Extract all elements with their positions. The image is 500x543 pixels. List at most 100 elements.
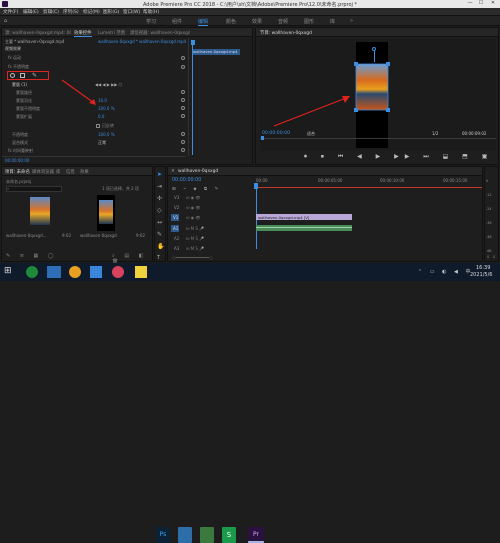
track-a3-header[interactable]: A3 ⛁ M S 🎤 (168, 245, 252, 253)
workspace-color[interactable]: 颜色 (226, 18, 236, 25)
workspace-audio[interactable]: 音频 (278, 18, 288, 25)
reset-motion-icon[interactable] (181, 56, 185, 60)
tab-source[interactable]: 源: wallhaven-0qxxgd.mp4: 00:00:00:00 (5, 30, 71, 36)
program-scrub-bar[interactable] (260, 138, 496, 139)
menu-sequence[interactable]: 序列(S) (63, 9, 79, 15)
reset-mask-path-icon[interactable] (181, 90, 185, 94)
master-clip-label[interactable]: 主要 * wallhaven-0qxxgd.mp4 (5, 39, 64, 45)
close-button[interactable]: ✕ (489, 0, 497, 6)
home-icon[interactable]: ⌂ (4, 18, 7, 24)
tab-media-browser[interactable]: 媒体浏览器 (32, 169, 54, 175)
workspace-learn[interactable]: 学习 (146, 18, 156, 25)
taskbar-app-icon-7[interactable] (178, 527, 192, 543)
reset-mask-expansion-icon[interactable] (181, 114, 185, 118)
workspace-editing[interactable]: 编辑 (198, 18, 209, 26)
ellipse-mask-icon[interactable] (10, 73, 15, 78)
taskbar-app-icon-8[interactable] (200, 527, 214, 543)
opacity-effect-group[interactable]: fx 不透明度 (8, 64, 29, 70)
timeline-timecode[interactable]: 00:00:00:00 (172, 178, 201, 183)
effect-controls-timecode[interactable]: 00:00:00:00 (5, 158, 29, 163)
taskbar-app-icon-2[interactable] (47, 266, 61, 278)
menu-help[interactable]: 帮助(H) (143, 9, 159, 15)
inverted-checkbox[interactable] (96, 124, 100, 128)
reset-opacity-icon[interactable] (181, 65, 185, 69)
work-area-bar[interactable] (254, 187, 482, 188)
windows-start-icon[interactable]: ⊞ (4, 267, 12, 276)
track-a2-header[interactable]: A2 ⛁ M S 🎤 (168, 235, 252, 243)
track-v1-header[interactable]: V1 ⛁ ◉ 👁 (168, 214, 252, 222)
type-tool-icon[interactable]: T (157, 255, 160, 261)
masked-autumn-image[interactable] (352, 62, 392, 114)
reset-mask-opacity-icon[interactable] (181, 106, 185, 110)
system-tray-icons[interactable]: ⌃ ▭ ◐ ◀ 中 (418, 268, 473, 275)
pen-tool-icon[interactable]: ✎ (157, 231, 162, 238)
menu-marker[interactable]: 标记(M) (83, 9, 100, 15)
rectangle-mask-icon[interactable] (20, 73, 25, 78)
solo-right[interactable]: S (493, 255, 495, 259)
timeline-zoom-scroll[interactable]: ○━━━━━━━━━━━━━━○ (172, 255, 213, 260)
time-remapping-effect[interactable]: fx 时间重映射 (8, 148, 33, 154)
menu-graphics[interactable]: 图形(G) (103, 9, 119, 15)
add-button-icon[interactable]: + (482, 153, 487, 160)
ripple-edit-tool-icon[interactable]: ✢ (157, 195, 162, 202)
mask-expansion-value[interactable]: 0.0 (98, 114, 104, 119)
taskbar-app-icon-3[interactable] (69, 266, 81, 278)
motion-effect[interactable]: fx 运动 (8, 55, 21, 61)
sequence-clip-label[interactable]: wallhaven-0qxxgd * wallhaven-0qxxgd.mp4 (98, 39, 186, 44)
slip-tool-icon[interactable]: ↔ (157, 219, 162, 226)
clip-name-1[interactable]: wallhaven-0qxxgd... (6, 233, 56, 238)
solo-left[interactable]: S (487, 255, 489, 259)
fit-dropdown[interactable]: 适合 (307, 131, 315, 137)
track-a1-header[interactable]: A1 ⛁ M S 🎤 (168, 225, 252, 233)
project-search-input[interactable] (6, 186, 62, 192)
razor-tool-icon[interactable]: ◇ (157, 207, 162, 214)
tab-program[interactable]: 节目: wallhaven-0qxxgd (260, 30, 312, 36)
clip-name-2[interactable]: wallhaven-0qxxgd (80, 233, 124, 238)
workspace-graphics[interactable]: 图形 (304, 18, 314, 25)
taskbar-app-icon-1[interactable] (26, 266, 38, 278)
track-select-tool-icon[interactable]: ⇥ (157, 183, 162, 190)
menu-edit[interactable]: 编辑(E) (23, 9, 39, 15)
tab-libraries[interactable]: 库 (56, 169, 60, 175)
taskbar-app-icon-4[interactable] (90, 266, 102, 278)
reset-blend-icon[interactable] (181, 140, 185, 144)
track-v2-header[interactable]: V2 ⛁ ◉ 👁 (168, 204, 252, 212)
mask-opacity-value[interactable]: 100.0 % (98, 106, 115, 111)
workspace-effects[interactable]: 效果 (252, 18, 262, 25)
workspace-assembly[interactable]: 组件 (172, 18, 182, 25)
hand-tool-icon[interactable]: ✋ (157, 243, 164, 250)
tab-effects[interactable]: 效果 (80, 169, 89, 175)
workspace-libraries[interactable]: 库 (330, 18, 335, 25)
video-clip-v1[interactable]: wallhaven-0qxxgd.mp4 [V] (256, 214, 352, 220)
tab-source-monitor[interactable]: 源监视器: wallhaven-0qxxgd (130, 30, 190, 36)
selection-tool-icon[interactable]: ➤ (157, 171, 162, 178)
timeline-snap-tools[interactable]: ⊞ ⌁ ⬥ ⧉ ✎ (172, 186, 221, 192)
taskbar-premiere-icon[interactable]: Pr (248, 527, 264, 543)
workspace-more[interactable]: » (350, 18, 353, 24)
tab-project[interactable]: 项目: 未命名 (5, 169, 30, 175)
taskbar-app-icon-6[interactable] (135, 266, 147, 278)
minimize-button[interactable]: — (466, 0, 474, 6)
reset-time-remap-icon[interactable] (181, 148, 185, 152)
maximize-button[interactable]: ☐ (477, 0, 485, 6)
opacity-value[interactable]: 100.0 % (98, 132, 115, 137)
program-playhead[interactable] (261, 136, 264, 140)
mask-label[interactable]: 蒙版 (1) (12, 82, 27, 88)
taskbar-app-icon-5[interactable] (112, 266, 124, 278)
tab-effect-controls[interactable]: 效果控件 (74, 30, 92, 37)
quality-dropdown[interactable]: 1/2 (432, 131, 438, 136)
transport-controls[interactable]: ⏺ ⏹ ⏮ ◀ ▶ ▶▶ ⏭ ⬓ ⬒ ▣ (304, 153, 493, 161)
reset-opacity-value-icon[interactable] (181, 132, 185, 136)
clip-thumbnail-2[interactable] (99, 200, 113, 224)
taskbar-photoshop-icon[interactable]: Ps (156, 527, 170, 543)
reset-mask-feather-icon[interactable] (181, 98, 185, 102)
timeline-close-icon[interactable]: ✕ (171, 169, 175, 174)
track-v3-header[interactable]: V3 ⛁ ◉ 👁 (168, 194, 252, 202)
menu-window[interactable]: 窗口(W) (123, 9, 140, 15)
menu-file[interactable]: 文件(F) (3, 9, 18, 15)
tab-info[interactable]: 信息 (66, 169, 75, 175)
menu-clip[interactable]: 剪辑(C) (43, 9, 59, 15)
pen-mask-icon[interactable]: ✎ (32, 72, 37, 79)
blend-mode-select[interactable]: 正常 (98, 140, 106, 146)
program-timecode[interactable]: 00:00:00:00 (262, 131, 290, 136)
